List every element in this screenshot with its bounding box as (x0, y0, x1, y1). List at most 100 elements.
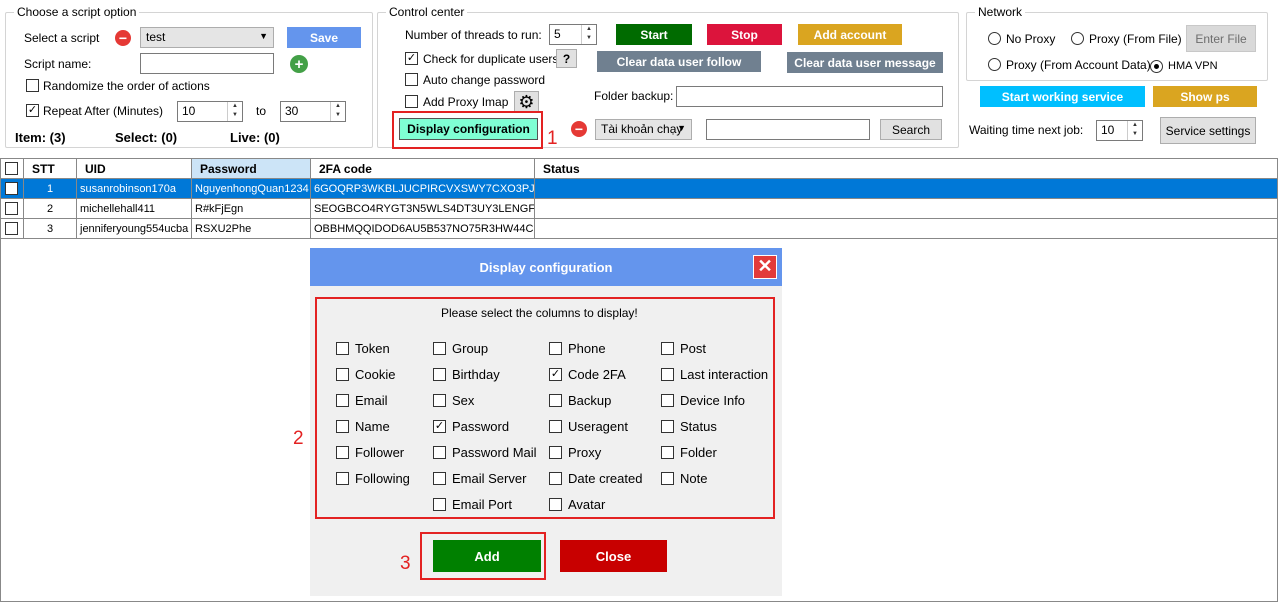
column-option-checkbox[interactable] (661, 472, 674, 485)
column-option-checkbox[interactable] (549, 498, 562, 511)
table-row[interactable]: 1 susanrobinson170a NguyenhongQuan1234 6… (0, 178, 1278, 199)
table-row[interactable]: 2 michellehall411 R#kFjEgn SEOGBCO4RYGT3… (0, 198, 1278, 219)
column-option-checkbox[interactable] (661, 420, 674, 433)
spinner-arrows-icon[interactable]: ▲ ▼ (227, 102, 242, 121)
search-button[interactable]: Search (880, 119, 942, 140)
settings-button[interactable]: ⚙ (514, 91, 539, 113)
column-option-label[interactable]: Last interaction (680, 367, 768, 382)
row-checkbox-cell[interactable] (0, 178, 24, 199)
table-row[interactable]: 3 jenniferyoung554ucba RSXU2Phe OBBHMQQI… (0, 218, 1278, 239)
auto-change-password-checkbox[interactable] (405, 73, 418, 86)
column-option-label[interactable]: Email (355, 393, 388, 408)
column-option-label[interactable]: Sex (452, 393, 474, 408)
row-checkbox[interactable] (5, 202, 18, 215)
column-option-checkbox[interactable] (433, 342, 446, 355)
hma-vpn-radio[interactable] (1150, 60, 1163, 73)
enter-file-button[interactable]: Enter File (1186, 25, 1256, 52)
close-icon[interactable]: ✕ (753, 255, 777, 279)
no-proxy-radio[interactable] (988, 32, 1001, 45)
threads-input[interactable]: 5 ▲ ▼ (549, 24, 597, 45)
column-option-label[interactable]: Follower (355, 445, 404, 460)
spinner-arrows-icon[interactable]: ▲ ▼ (330, 102, 345, 121)
column-header-stt[interactable]: STT (23, 158, 77, 179)
start-working-service-button[interactable]: Start working service (980, 86, 1145, 107)
search-input[interactable] (706, 119, 870, 140)
column-option-checkbox[interactable] (549, 394, 562, 407)
column-option-label[interactable]: Proxy (568, 445, 601, 460)
row-checkbox-cell[interactable] (0, 218, 24, 239)
column-option-checkbox[interactable] (433, 472, 446, 485)
proxy-file-radio[interactable] (1071, 32, 1084, 45)
close-button[interactable]: Close (560, 540, 667, 572)
column-option-checkbox[interactable] (433, 368, 446, 381)
check-duplicate-checkbox[interactable]: ✓ (405, 52, 418, 65)
column-option-checkbox[interactable] (336, 368, 349, 381)
column-header-uid[interactable]: UID (76, 158, 192, 179)
column-option-label[interactable]: Useragent (568, 419, 628, 434)
column-header-status[interactable]: Status (534, 158, 1278, 179)
column-option-checkbox[interactable] (549, 472, 562, 485)
add-account-button[interactable]: Add account (798, 24, 902, 45)
column-option-checkbox[interactable] (549, 446, 562, 459)
remove-script-icon[interactable]: − (115, 30, 131, 46)
column-header-2fa[interactable]: 2FA code (310, 158, 535, 179)
show-ps-button[interactable]: Show ps (1153, 86, 1257, 107)
column-option-label[interactable]: Password (452, 419, 509, 434)
column-option-label[interactable]: Email Port (452, 497, 512, 512)
clear-follow-button[interactable]: Clear data user follow (597, 51, 761, 72)
row-checkbox[interactable] (5, 182, 18, 195)
column-option-checkbox[interactable] (336, 446, 349, 459)
column-option-checkbox[interactable] (433, 498, 446, 511)
column-option-checkbox[interactable] (549, 420, 562, 433)
column-option-label[interactable]: Name (355, 419, 390, 434)
column-option-checkbox[interactable] (661, 368, 674, 381)
repeat-checkbox[interactable]: ✓ (26, 104, 39, 117)
account-filter-select[interactable]: Tài khoản chạy ▼ (595, 119, 692, 140)
column-option-label[interactable]: Device Info (680, 393, 745, 408)
row-checkbox[interactable] (5, 222, 18, 235)
repeat-to-input[interactable]: 30 ▲ ▼ (280, 101, 346, 122)
column-option-label[interactable]: Folder (680, 445, 717, 460)
column-option-checkbox[interactable] (336, 420, 349, 433)
column-option-label[interactable]: Cookie (355, 367, 395, 382)
remove-filter-icon[interactable]: − (571, 121, 587, 137)
row-checkbox-cell[interactable] (0, 198, 24, 219)
clear-message-button[interactable]: Clear data user message (787, 52, 943, 73)
proxy-account-radio[interactable] (988, 58, 1001, 71)
column-option-label[interactable]: Post (680, 341, 706, 356)
column-option-checkbox[interactable] (661, 394, 674, 407)
column-option-label[interactable]: Note (680, 471, 707, 486)
script-select[interactable]: test ▼ (140, 27, 274, 48)
column-option-label[interactable]: Phone (568, 341, 606, 356)
column-option-checkbox[interactable] (433, 394, 446, 407)
column-option-checkbox[interactable]: ✓ (549, 368, 562, 381)
column-option-label[interactable]: Password Mail (452, 445, 537, 460)
start-button[interactable]: Start (616, 24, 692, 45)
stop-button[interactable]: Stop (707, 24, 782, 45)
select-all-checkbox[interactable] (5, 162, 18, 175)
column-option-label[interactable]: Group (452, 341, 488, 356)
randomize-checkbox[interactable] (26, 79, 39, 92)
repeat-from-input[interactable]: 10 ▲ ▼ (177, 101, 243, 122)
column-option-checkbox[interactable] (549, 342, 562, 355)
folder-backup-input[interactable] (676, 86, 943, 107)
script-name-input[interactable] (140, 53, 274, 74)
column-option-label[interactable]: Birthday (452, 367, 500, 382)
column-option-label[interactable]: Avatar (568, 497, 605, 512)
service-settings-button[interactable]: Service settings (1160, 117, 1256, 144)
column-option-label[interactable]: Code 2FA (568, 367, 626, 382)
column-option-checkbox[interactable] (336, 394, 349, 407)
add-button[interactable]: Add (433, 540, 541, 572)
column-option-checkbox[interactable] (433, 446, 446, 459)
save-button[interactable]: Save (287, 27, 361, 48)
column-option-label[interactable]: Status (680, 419, 717, 434)
column-option-checkbox[interactable] (661, 446, 674, 459)
column-option-label[interactable]: Email Server (452, 471, 526, 486)
add-script-icon[interactable]: + (290, 55, 308, 73)
waiting-time-input[interactable]: 10 ▲ ▼ (1096, 120, 1143, 141)
column-option-label[interactable]: Backup (568, 393, 611, 408)
select-all-header[interactable] (0, 158, 24, 179)
spinner-arrows-icon[interactable]: ▲ ▼ (581, 25, 596, 44)
add-proxy-imap-checkbox[interactable] (405, 95, 418, 108)
column-option-label[interactable]: Following (355, 471, 410, 486)
